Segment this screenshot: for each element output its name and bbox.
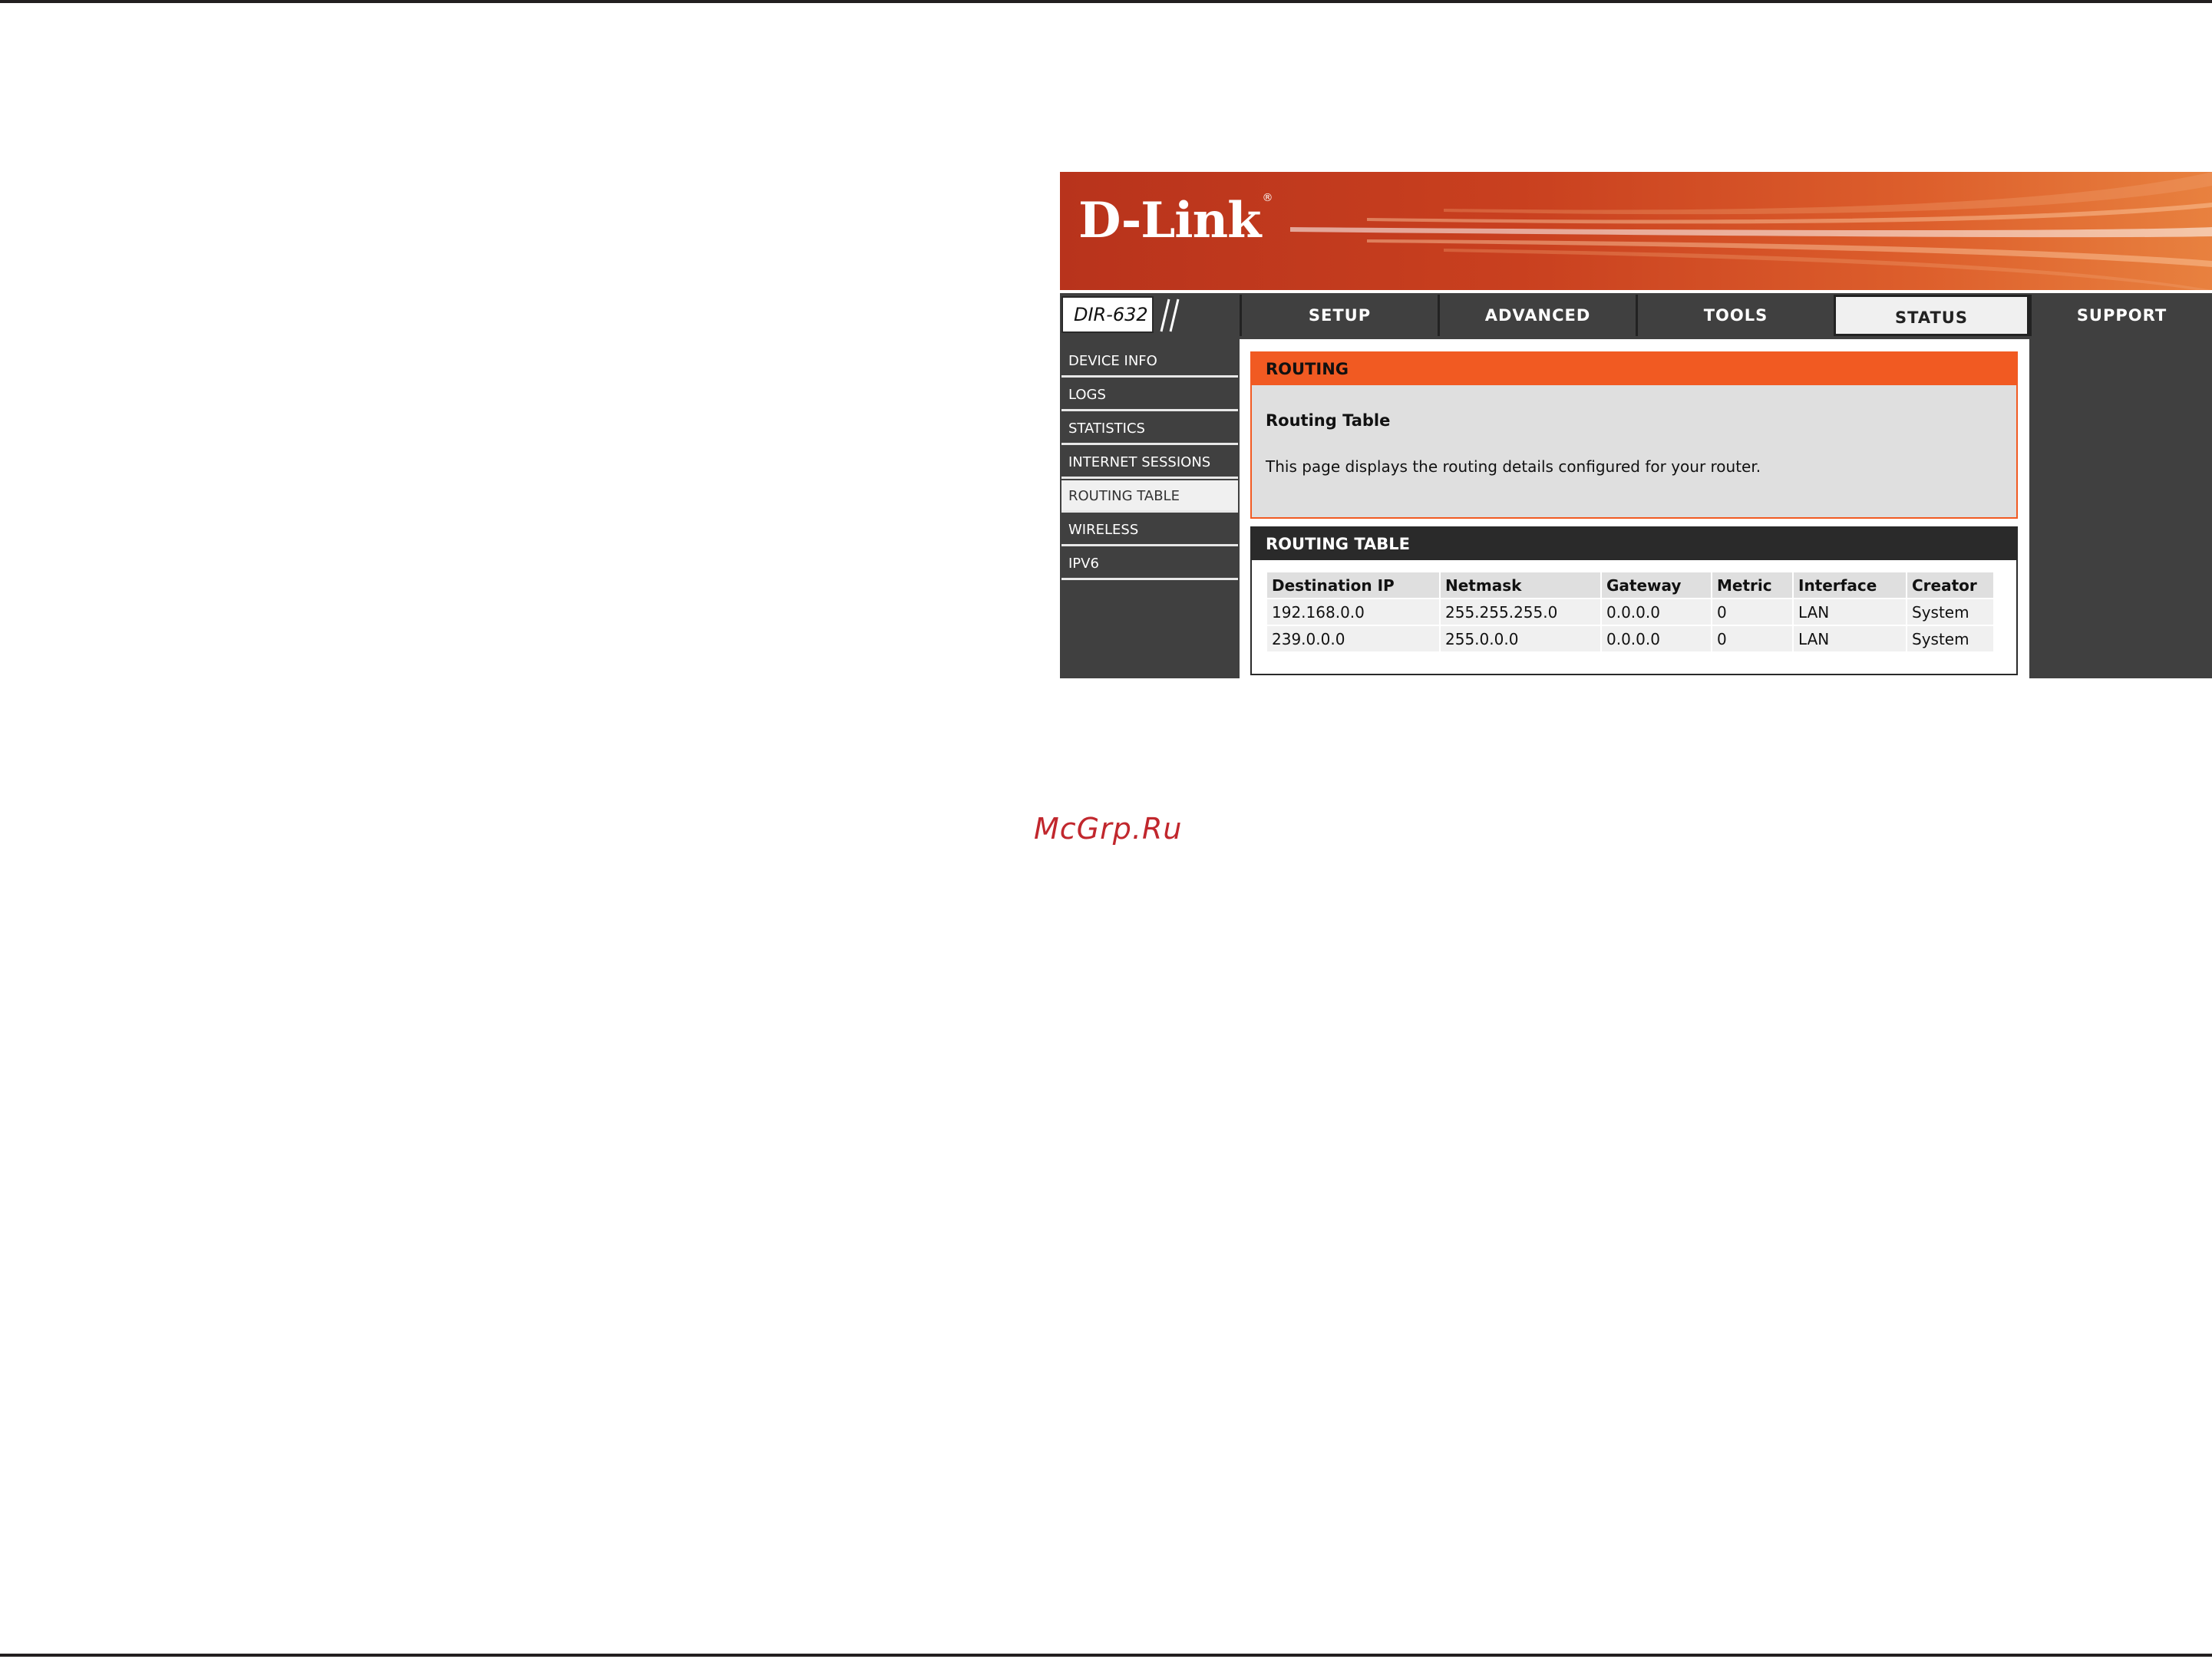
col-creator: Creator (1907, 572, 1993, 598)
tab-support[interactable]: SUPPORT (2029, 295, 2212, 336)
main-content: ROUTING Routing Table This page displays… (1240, 339, 2029, 678)
col-metric: Metric (1712, 572, 1792, 598)
cell-destination-ip: 192.168.0.0 (1267, 599, 1439, 625)
cell-creator: System (1907, 599, 1993, 625)
sidebar-item-ipv6[interactable]: IPV6 (1061, 548, 1238, 580)
model-label: DIR-632 (1074, 304, 1148, 325)
cell-gateway: 0.0.0.0 (1602, 626, 1711, 651)
watermark-text: McGrp.Ru (1034, 812, 1183, 846)
cell-gateway: 0.0.0.0 (1602, 599, 1711, 625)
cell-metric: 0 (1712, 599, 1792, 625)
tab-setup[interactable]: SETUP (1240, 295, 1438, 336)
routing-title: Routing Table (1266, 411, 1391, 430)
col-interface: Interface (1794, 572, 1906, 598)
right-column (2029, 339, 2212, 678)
sidebar-item-statistics[interactable]: STATISTICS (1061, 413, 1238, 445)
sidebar-item-internet-sessions[interactable]: INTERNET SESSIONS (1061, 447, 1238, 479)
dlink-banner: D-Link ® (1060, 172, 2212, 290)
sidebar-item-wireless[interactable]: WIRELESS (1061, 514, 1238, 546)
tab-status[interactable]: STATUS (1834, 295, 2029, 336)
table-row: 192.168.0.0 255.255.255.0 0.0.0.0 0 LAN … (1267, 599, 1993, 625)
cell-metric: 0 (1712, 626, 1792, 651)
routing-table-header: ROUTING TABLE (1252, 528, 2016, 560)
cell-creator: System (1907, 626, 1993, 651)
routing-description: This page displays the routing details c… (1266, 457, 1761, 476)
top-rule (0, 0, 2212, 3)
table-row: 239.0.0.0 255.0.0.0 0.0.0.0 0 LAN System (1267, 626, 1993, 651)
router-admin-screenshot: D-Link ® DIR-632 SETUP ADVANCED TOOLS STA… (1060, 172, 2212, 678)
table-header-row: Destination IP Netmask Gateway Metric In… (1267, 572, 1993, 598)
cell-netmask: 255.0.0.0 (1441, 626, 1600, 651)
routing-header: ROUTING (1252, 353, 2016, 385)
registered-mark: ® (1262, 192, 1273, 204)
col-netmask: Netmask (1441, 572, 1600, 598)
cell-interface: LAN (1794, 599, 1906, 625)
sidebar-item-logs[interactable]: LOGS (1061, 379, 1238, 411)
routing-info-box: ROUTING Routing Table This page displays… (1250, 351, 2018, 519)
col-gateway: Gateway (1602, 572, 1711, 598)
routing-table: Destination IP Netmask Gateway Metric In… (1266, 571, 1995, 653)
top-nav-bar: DIR-632 SETUP ADVANCED TOOLS STATUS SUPP… (1060, 293, 2212, 339)
tab-tools[interactable]: TOOLS (1636, 295, 1834, 336)
routing-table-box: ROUTING TABLE Destination IP Netmask Gat… (1250, 526, 2018, 675)
bottom-rule (0, 1654, 2212, 1657)
cell-interface: LAN (1794, 626, 1906, 651)
tab-advanced[interactable]: ADVANCED (1438, 295, 1636, 336)
cell-netmask: 255.255.255.0 (1441, 599, 1600, 625)
sidebar-item-device-info[interactable]: DEVICE INFO (1061, 345, 1238, 378)
sidebar-menu: DEVICE INFO LOGS STATISTICS INTERNET SES… (1060, 339, 1240, 678)
model-slash-icon (1160, 298, 1180, 332)
sidebar-item-routing-table[interactable]: ROUTING TABLE (1061, 480, 1238, 513)
cell-destination-ip: 239.0.0.0 (1267, 626, 1439, 651)
logo-text: D-Link (1078, 192, 1261, 249)
model-badge: DIR-632 (1061, 296, 1154, 333)
dlink-logo[interactable]: D-Link ® (1078, 192, 1273, 249)
col-destination-ip: Destination IP (1267, 572, 1439, 598)
